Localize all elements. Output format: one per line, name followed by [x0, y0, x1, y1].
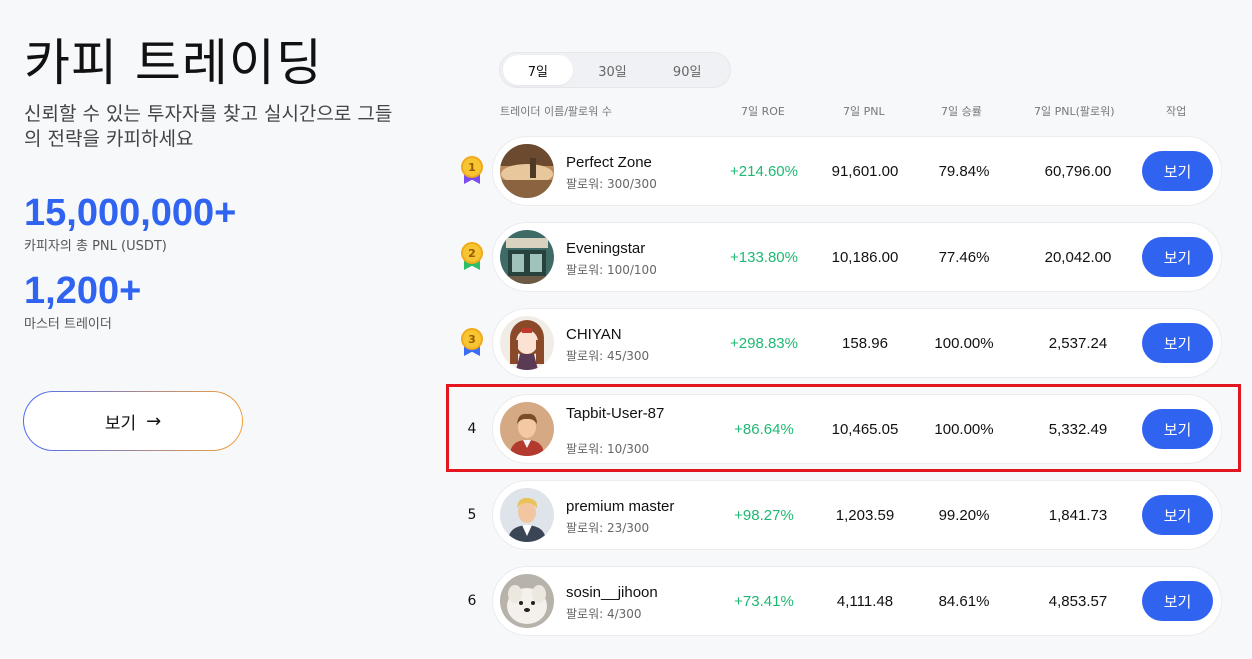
storefront-avatar[interactable]	[500, 230, 554, 284]
rank-number: 6	[467, 593, 477, 609]
gold-medal-icon: 1	[460, 156, 484, 186]
rank-medal: 2	[458, 222, 486, 292]
trader-name[interactable]: Perfect Zone	[566, 154, 652, 171]
tab-7d[interactable]: 7일	[503, 55, 573, 85]
silver-medal-icon: 2	[460, 242, 484, 272]
rank-number: 5	[467, 507, 477, 523]
roe-value: +133.80%	[730, 248, 798, 266]
follower-pnl-value: 1,841.73	[1048, 506, 1108, 524]
view-button[interactable]: 보기	[1142, 151, 1213, 191]
winrate-value: 79.84%	[938, 162, 990, 180]
pnl-value: 1,203.59	[835, 506, 895, 524]
follower-count: 팔로워: 23/300	[566, 521, 650, 535]
winrate-value: 100.00%	[934, 334, 994, 352]
view-button[interactable]: 보기	[1142, 495, 1213, 535]
header-follower-pnl: 7일 PNL(팔로워)	[1034, 105, 1115, 118]
tab-30d[interactable]: 30일	[578, 55, 648, 85]
anime-girl-avatar[interactable]	[500, 316, 554, 370]
rank-medal: 1	[458, 136, 486, 206]
trader-name[interactable]: CHIYAN	[566, 326, 622, 343]
header-action: 작업	[1166, 105, 1187, 118]
pnl-value: 10,186.00	[831, 248, 899, 266]
tab-90d[interactable]: 90일	[652, 55, 722, 85]
view-button[interactable]: 보기	[1142, 581, 1213, 621]
follower-count: 팔로워: 100/100	[566, 263, 657, 277]
roe-value: +214.60%	[730, 162, 798, 180]
bronze-medal-icon: 3	[460, 328, 484, 358]
header-roe: 7일 ROE	[741, 105, 785, 118]
pnl-value: 91,601.00	[831, 162, 899, 180]
winrate-value: 84.61%	[938, 592, 990, 610]
trader-name[interactable]: Eveningstar	[566, 240, 645, 257]
highlight-box	[446, 384, 1241, 472]
table-row[interactable]: 1 Perfect Zone 팔로워: 300/300 +214.60% 91,…	[0, 136, 1252, 206]
view-button[interactable]: 보기	[1142, 237, 1213, 277]
period-tabs: 7일 30일 90일	[499, 52, 731, 88]
follower-pnl-value: 60,796.00	[1044, 162, 1112, 180]
pnl-value: 4,111.48	[836, 592, 894, 610]
winrate-value: 77.46%	[938, 248, 990, 266]
rank-medal: 3	[458, 308, 486, 378]
view-button[interactable]: 보기	[1142, 323, 1213, 363]
table-row[interactable]: 5 premium master 팔로워: 23/300 +98.27% 1,2…	[0, 480, 1252, 550]
table-row[interactable]: 6 sosin__jihoon 팔로워: 4/300 +73.41% 4,111…	[0, 566, 1252, 636]
page-title: 카피 트레이딩	[24, 34, 323, 92]
trader-name[interactable]: premium master	[566, 498, 674, 515]
table-row[interactable]: 3 CHIYAN 팔로워: 45/300 +298.83% 158.96 100…	[0, 308, 1252, 378]
hero-section: 카피 트레이딩 신뢰할 수 있는 투자자를 찾고 실시간으로 그들의 전략을 카…	[24, 34, 424, 152]
header-pnl: 7일 PNL	[843, 105, 885, 118]
follower-pnl-value: 20,042.00	[1044, 248, 1112, 266]
roe-value: +298.83%	[730, 334, 798, 352]
follower-count: 팔로워: 300/300	[566, 177, 657, 191]
header-name: 트레이더 이름/팔로워 수	[500, 105, 612, 118]
trader-name[interactable]: sosin__jihoon	[566, 584, 658, 601]
table-row[interactable]: 2 Eveningstar 팔로워: 100/100 +133.80% 10,1…	[0, 222, 1252, 292]
follower-pnl-value: 4,853.57	[1048, 592, 1108, 610]
roe-value: +98.27%	[734, 506, 794, 524]
landscape-avatar[interactable]	[500, 144, 554, 198]
roe-value: +73.41%	[734, 592, 794, 610]
follower-count: 팔로워: 45/300	[566, 349, 650, 363]
header-winrate: 7일 승률	[941, 105, 982, 118]
white-dog-avatar[interactable]	[500, 574, 554, 628]
follower-count: 팔로워: 4/300	[566, 607, 642, 621]
table-header: 트레이더 이름/팔로워 수 7일 ROE 7일 PNL 7일 승률 7일 PNL…	[0, 103, 1252, 119]
suit-man-avatar[interactable]	[500, 488, 554, 542]
winrate-value: 99.20%	[938, 506, 990, 524]
follower-pnl-value: 2,537.24	[1048, 334, 1108, 352]
pnl-value: 158.96	[842, 334, 888, 352]
